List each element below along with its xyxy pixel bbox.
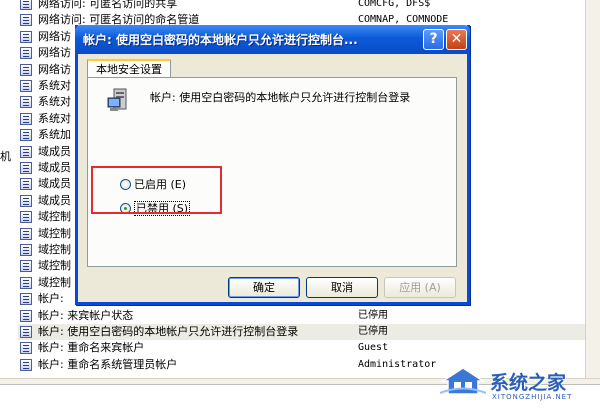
policy-row[interactable]: 帐户: 重命名来宾帐户 Guest xyxy=(18,340,593,356)
policy-icon xyxy=(20,30,32,43)
close-button[interactable]: ✕ xyxy=(446,29,467,50)
policy-row[interactable]: 帐户: 来宾帐户状态 已停用 xyxy=(18,308,593,324)
policy-description: 帐户: 使用空白密码的本地帐户只允许进行控制台登录 xyxy=(150,91,411,104)
policy-name: 域成员 xyxy=(38,161,71,174)
policy-icon xyxy=(20,129,32,142)
policy-name: 帐户: xyxy=(38,292,64,306)
policy-name: 域成员 xyxy=(38,193,71,207)
policy-name: 系统加 xyxy=(38,128,71,142)
policy-name: 域成员 xyxy=(38,144,71,158)
policy-name: 帐户: 重命名系统管理员帐户 xyxy=(38,357,178,371)
policy-setting: Guest xyxy=(358,342,389,354)
policy-name: 域控制 xyxy=(38,275,71,289)
cut-off-text: 机 xyxy=(0,150,11,163)
policy-icon xyxy=(20,211,32,224)
policy-dialog: 帐户: 使用空白密码的本地帐户只允许进行控制台... ? ✕ 本地安全设置 帐户… xyxy=(75,25,470,305)
watermark-subtitle: XITONGZHIJIA.NET xyxy=(492,393,573,401)
cancel-button[interactable]: 取消 xyxy=(306,277,378,298)
policy-name: 域控制 xyxy=(38,259,71,273)
highlight-box xyxy=(91,166,222,214)
policy-name: 网络访问: 可匿名访问的共享 xyxy=(38,0,178,10)
policy-row[interactable]: 网络访问: 可匿名访问的共享 COMCFG, DFS$ xyxy=(18,0,593,12)
house-logo-icon xyxy=(440,367,486,395)
dialog-titlebar[interactable]: 帐户: 使用空白密码的本地帐户只允许进行控制台... ? ✕ xyxy=(75,25,470,54)
policy-icon xyxy=(20,358,32,371)
policy-setting: 已停用 xyxy=(358,309,388,321)
policy-icon xyxy=(20,227,32,240)
policy-name: 域控制 xyxy=(38,210,71,224)
policy-setting: COMCFG, DFS$ xyxy=(358,0,431,9)
policy-setting: 已停用 xyxy=(358,326,388,337)
policy-icon xyxy=(20,194,32,207)
help-button[interactable]: ? xyxy=(423,29,444,50)
policy-icon xyxy=(20,0,32,10)
policy-name: 域控制 xyxy=(38,243,71,256)
policy-icon xyxy=(20,14,32,27)
policy-icon xyxy=(20,63,32,76)
policy-icon xyxy=(20,293,32,306)
policy-icon xyxy=(20,80,32,92)
policy-name: 帐户: 重命名来宾帐户 xyxy=(38,341,145,355)
watermark-title: 系统之家 xyxy=(490,372,567,394)
policy-icon xyxy=(20,145,32,158)
policy-icon xyxy=(20,342,32,355)
policy-name: 网络访 xyxy=(38,62,71,76)
policy-icon xyxy=(20,309,32,322)
policy-name: 网络访 xyxy=(38,29,71,43)
computer-icon xyxy=(107,88,127,111)
policy-name: 系统对 xyxy=(38,111,71,125)
vertical-scrollbar[interactable] xyxy=(585,0,600,380)
policy-name: 域成员 xyxy=(38,177,71,191)
policy-icon xyxy=(20,47,32,60)
ok-button[interactable]: 确定 xyxy=(228,277,300,298)
tab-local-security-setting[interactable]: 本地安全设置 xyxy=(87,59,171,79)
policy-icon xyxy=(20,260,32,273)
policy-icon xyxy=(20,178,32,191)
apply-button[interactable]: 应用 (A) xyxy=(384,277,456,298)
watermark-logo: 系统之家 XITONGZHIJIA.NET xyxy=(440,362,595,412)
policy-name: 系统对 xyxy=(38,95,71,109)
policy-icon xyxy=(20,96,32,109)
policy-name: 域控制 xyxy=(38,226,71,240)
policy-setting: Administrator xyxy=(358,358,437,370)
policy-name: 帐户: 来宾帐户状态 xyxy=(38,308,134,322)
policy-icon xyxy=(20,244,32,256)
dialog-title: 帐户: 使用空白密码的本地帐户只允许进行控制台... xyxy=(83,33,358,47)
policy-icon xyxy=(20,162,32,174)
policy-icon xyxy=(20,276,32,289)
policy-name: 帐户: 使用空白密码的本地帐户只允许进行控制台登录 xyxy=(38,325,299,338)
policy-name: 系统对 xyxy=(38,79,71,92)
policy-name: 网络访 xyxy=(38,46,71,60)
policy-row[interactable]: 帐户: 使用空白密码的本地帐户只允许进行控制台登录 已停用 xyxy=(18,324,593,340)
policy-icon xyxy=(20,112,32,125)
policy-icon xyxy=(20,326,32,338)
